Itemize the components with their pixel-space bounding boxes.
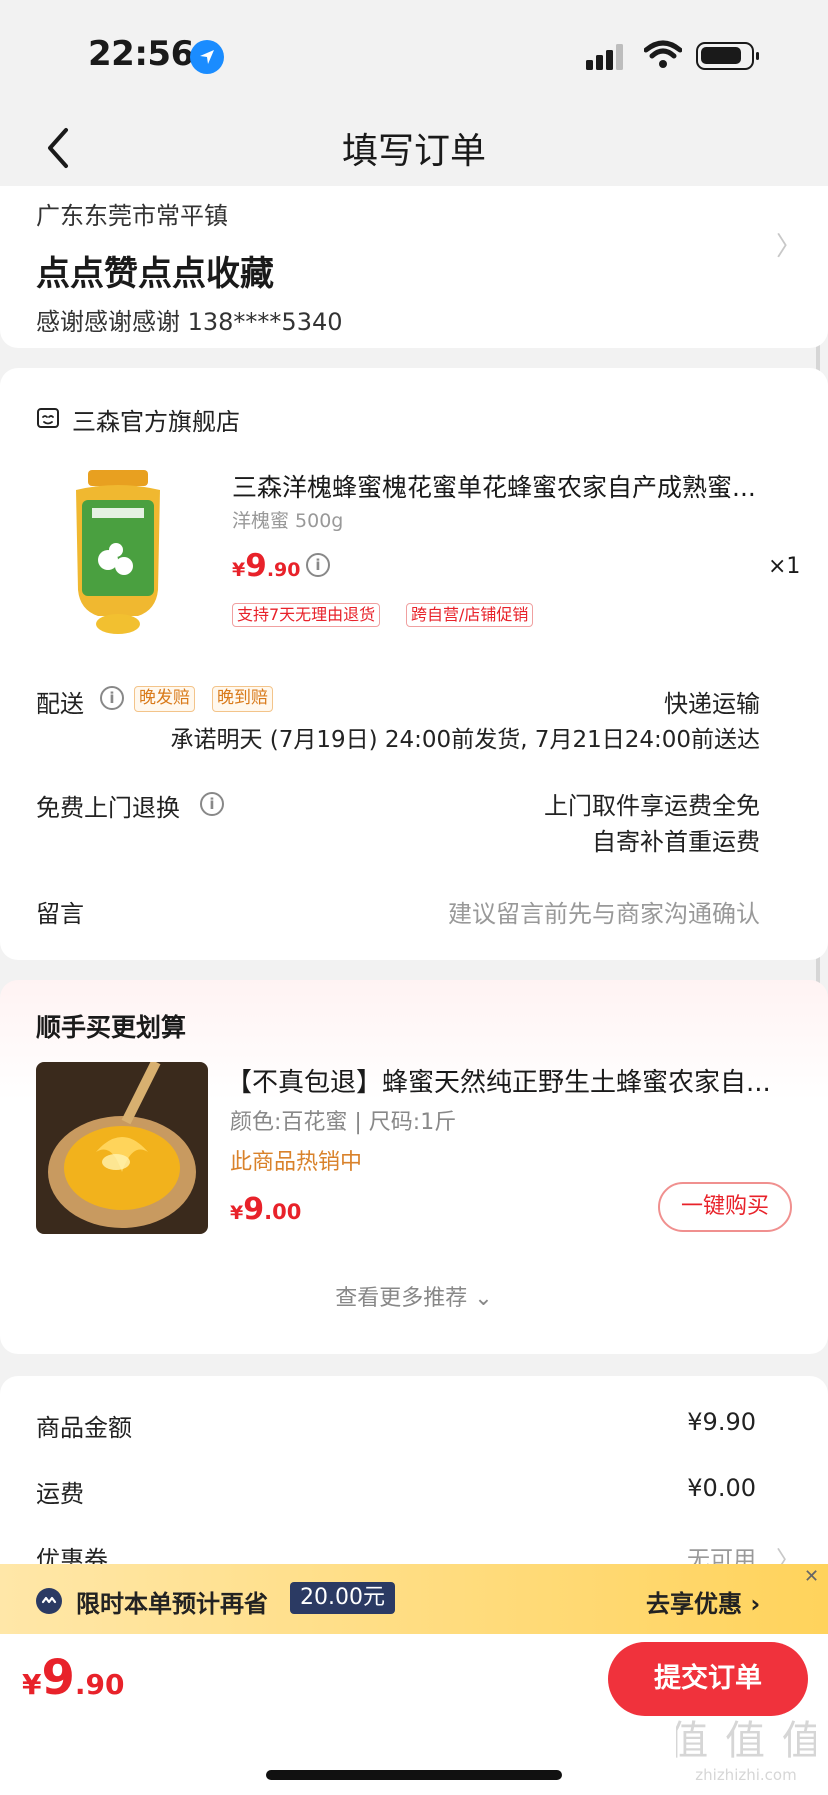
recommend-price: ¥9.00 bbox=[230, 1192, 302, 1227]
svg-text:值 值 值: 值 值 值 bbox=[676, 1718, 816, 1764]
product-title[interactable]: 三森洋槐蜂蜜槐花蜜单花蜂蜜农家自产成熟蜜... bbox=[232, 468, 772, 504]
status-time: 22:56 bbox=[88, 34, 194, 74]
battery-icon bbox=[696, 42, 759, 70]
submit-order-button[interactable]: 提交订单 bbox=[608, 1642, 808, 1716]
return-line-2: 自寄补首重运费 bbox=[592, 828, 760, 856]
page-title: 填写订单 bbox=[341, 131, 486, 172]
recommend-image[interactable] bbox=[36, 1062, 208, 1234]
promo-amount-badge: 20.00元 bbox=[290, 1582, 395, 1614]
recommend-spec: 颜色:百花蜜 | 尺码:1斤 bbox=[230, 1110, 457, 1135]
delivery-promise: 承诺明天 (7月19日) 24:00前发货, 7月21日24:00前送达 bbox=[170, 727, 760, 753]
see-more-recommend-link[interactable]: 查看更多推荐 ⌄ bbox=[0, 1280, 828, 1312]
address-detail: 点点赞点点收藏 bbox=[36, 254, 274, 294]
store-name[interactable]: 三森官方旗舰店 bbox=[72, 402, 240, 437]
address-region: 广东东莞市常平镇 bbox=[36, 202, 228, 230]
chevron-right-icon[interactable]: 〉 bbox=[776, 226, 802, 263]
location-arrow-icon bbox=[190, 40, 224, 74]
product-quantity: ×1 bbox=[768, 554, 801, 579]
delivery-label: 配送 bbox=[36, 690, 84, 718]
address-contact: 感谢感谢感谢 138****5340 bbox=[36, 308, 343, 336]
message-input[interactable]: 建议留言前先与商家沟通确认 bbox=[448, 894, 760, 929]
delivery-method: 快递运输 bbox=[664, 690, 760, 718]
product-price: ¥9.90 bbox=[232, 548, 301, 584]
return-info-icon[interactable]: i bbox=[200, 792, 224, 816]
goods-amount-value: ¥9.90 bbox=[687, 1408, 756, 1436]
goods-amount-label: 商品金额 bbox=[36, 1414, 132, 1442]
shipping-value: ¥0.00 bbox=[687, 1474, 756, 1502]
message-label: 留言 bbox=[36, 900, 84, 928]
promo-text: 限时本单预计再省 bbox=[76, 1590, 268, 1618]
signal-icon bbox=[586, 44, 626, 74]
recommend-hot-label: 此商品热销中 bbox=[230, 1150, 363, 1175]
late-ship-badge: 晚发赔 bbox=[134, 686, 195, 712]
one-click-buy-button[interactable]: 一键购买 bbox=[658, 1182, 792, 1232]
return-label: 免费上门退换 bbox=[36, 794, 180, 822]
svg-text:zhizhizhi.com: zhizhizhi.com bbox=[695, 1766, 796, 1784]
wifi-icon bbox=[643, 40, 683, 74]
promotion-tag: 跨自营/店铺促销 bbox=[406, 603, 534, 627]
watermark-logo: 值 值 值 zhizhizhi.com bbox=[668, 1712, 821, 1786]
close-icon[interactable]: ✕ bbox=[804, 1566, 819, 1587]
recommend-title: 顺手买更划算 bbox=[36, 1013, 187, 1042]
total-price: ¥9.90 bbox=[22, 1650, 125, 1706]
price-info-icon[interactable]: i bbox=[306, 553, 330, 577]
order-card bbox=[0, 368, 828, 960]
product-image[interactable] bbox=[68, 470, 168, 636]
product-spec: 洋槐蜜 500g bbox=[232, 510, 344, 532]
discount-icon bbox=[36, 1588, 62, 1614]
return-policy-tag: 支持7天无理由退货 bbox=[232, 603, 381, 627]
enjoy-discount-link[interactable]: 去享优惠 › bbox=[646, 1584, 760, 1619]
store-icon bbox=[36, 406, 60, 430]
late-arrival-badge: 晚到赔 bbox=[212, 686, 273, 712]
return-line-1: 上门取件享运费全免 bbox=[544, 792, 760, 820]
recommend-product-name[interactable]: 【不真包退】蜂蜜天然纯正野生土蜂蜜农家自... bbox=[226, 1062, 786, 1099]
home-indicator[interactable] bbox=[266, 1770, 562, 1780]
shipping-label: 运费 bbox=[36, 1480, 84, 1508]
delivery-info-icon[interactable]: i bbox=[100, 686, 124, 710]
